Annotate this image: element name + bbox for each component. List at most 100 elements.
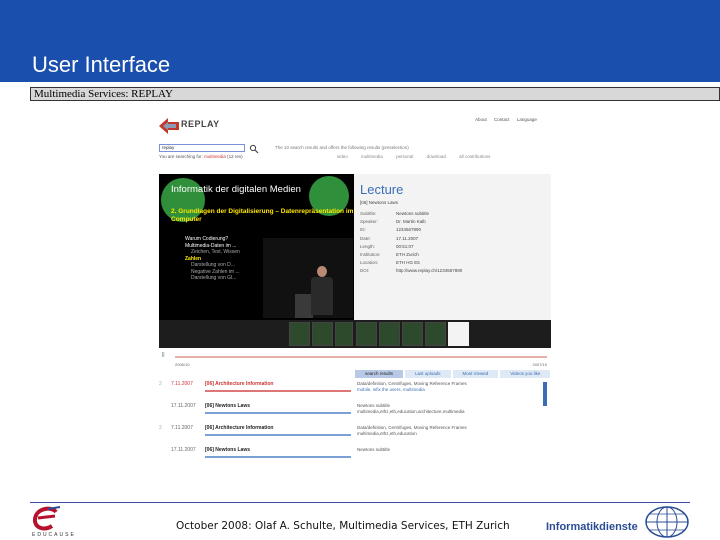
chapter-thumbnail[interactable]: [335, 322, 353, 346]
video-bullet: Zeichen, Text, Wissen: [191, 249, 240, 255]
result-relevance-bar: [205, 390, 351, 392]
category-tab-multimedia[interactable]: multimedia: [361, 154, 383, 159]
chapter-thumbnail[interactable]: [379, 322, 400, 346]
result-snippet-line: Newtons subtitle: [357, 447, 391, 452]
search-term[interactable]: multimedia: [204, 154, 226, 159]
meta-value: ETH Zurich: [396, 252, 419, 258]
top-link-language[interactable]: Language: [517, 117, 537, 122]
timeline-end: 2007/10: [532, 362, 547, 367]
replay-logo[interactable]: REPLAY: [157, 116, 247, 136]
meta-value: Dr. Martin Kalb: [396, 219, 426, 225]
presenter-video: [263, 238, 353, 318]
thumbnail-spacer: [448, 322, 469, 346]
chapter-thumbnail[interactable]: [356, 322, 377, 346]
meta-value: 17.11.2007: [396, 235, 419, 241]
result-date: 7.11.2007: [171, 381, 193, 387]
chapter-thumbnails: [159, 320, 354, 348]
category-tab-download[interactable]: download: [427, 154, 446, 159]
result-tags[interactable]: multimedia,ethz,eth,education: [357, 431, 467, 437]
slide-header: User Interface: [0, 0, 720, 82]
lecture-heading: Lecture: [360, 182, 404, 197]
search-icon[interactable]: [249, 144, 259, 154]
top-link-contact[interactable]: Contact: [494, 117, 510, 122]
result-index: 2: [159, 381, 162, 387]
result-date: 17.11.2007: [171, 447, 196, 453]
globe-icon: [645, 506, 689, 538]
meta-row: Location: ETH HG E5: [360, 259, 462, 267]
video-heading-number: 2.: [171, 208, 177, 215]
meta-value: Newtons subtitle: [396, 211, 430, 216]
video-slide-title: Informatik der digitalen Medien: [171, 184, 301, 195]
meta-row: Subtitle: Newtons subtitle: [360, 210, 462, 218]
tab-videos-you-like[interactable]: Videos you like: [500, 370, 551, 378]
results-scrollbar[interactable]: [543, 382, 547, 406]
meta-key: Date:: [360, 235, 371, 241]
footer-divider: [30, 502, 690, 503]
chapter-thumbnails-right: [354, 320, 551, 348]
video-player[interactable]: Informatik der digitalen Medien 2. Grund…: [159, 174, 354, 320]
video-bullet-list: Warum Codierung? Multimedia-Daten im ...…: [185, 236, 240, 282]
chapter-thumbnail[interactable]: [289, 322, 310, 346]
category-tabs: video multimedia personal download all c…: [337, 154, 502, 159]
chapter-thumbnail[interactable]: [402, 322, 423, 346]
chapter-thumbnail[interactable]: [312, 322, 333, 346]
tab-search-results[interactable]: search results: [355, 370, 404, 378]
meta-row: Date: 17.11.2007: [360, 235, 462, 243]
meta-value[interactable]: http://www.replay.ch/1234567890: [396, 268, 462, 273]
result-relevance-bar: [205, 456, 351, 458]
category-tab-all[interactable]: all contributions: [459, 154, 490, 159]
result-snippet: Data/definition, Centrifuges, Moving Ref…: [357, 381, 467, 393]
tab-most-viewed[interactable]: Most Viewed: [452, 370, 499, 378]
result-index: 2: [159, 425, 162, 431]
meta-key: ID:: [360, 227, 366, 233]
meta-key: Subtitle:: [360, 211, 377, 216]
meta-row: DOI: http://www.replay.ch/1234567890: [360, 267, 462, 275]
video-bullet: Darstellung von Gl...: [191, 275, 237, 281]
result-tags[interactable]: multimedia,ethz,eth,education,architectu…: [357, 409, 465, 415]
category-tab-video[interactable]: video: [337, 154, 348, 159]
result-row[interactable]: 2 7.11.2007 [06] Architecture Informatio…: [157, 422, 553, 444]
timeline[interactable]: || 2006/10 2007/10: [159, 348, 551, 370]
tab-last-uploads[interactable]: Last uploads: [405, 370, 451, 378]
timeline-handle[interactable]: ||: [162, 352, 165, 358]
meta-value: 00:51:07: [396, 243, 414, 249]
result-title[interactable]: [06] Architecture Information: [205, 425, 273, 431]
result-tags[interactable]: mobile, infix the users, multimedia: [357, 387, 467, 393]
meta-key: Location:: [360, 260, 379, 266]
result-title[interactable]: [06] Newtons Laws: [205, 447, 250, 453]
top-link-about[interactable]: About: [475, 117, 487, 122]
result-row[interactable]: 17.11.2007 [06] Newtons Laws Newtons sub…: [157, 400, 553, 422]
results-tabs: search results Last uploads Most Viewed Vid…: [355, 370, 552, 378]
result-date: 7.11.2007: [171, 425, 193, 431]
presenter-head: [317, 266, 327, 277]
result-relevance-bar: [205, 434, 351, 436]
search-info-prefix: You are searching for:: [159, 154, 203, 159]
result-date: 17.11.2007: [171, 403, 196, 409]
video-bullet: Darstellung von D...: [191, 262, 235, 268]
lecture-info-panel: Lecture [06] Newtons Laws Subtitle: Newto…: [354, 174, 551, 348]
top-links: About Contact Language: [475, 117, 543, 122]
result-relevance-bar: [205, 412, 351, 414]
lecture-metadata: Subtitle: Newtons subtitle Speaker: Dr. Ma…: [360, 210, 462, 276]
search-info: You are searching for: multimedia (12 re…: [159, 154, 243, 159]
result-title[interactable]: [06] Architecture Information: [205, 381, 273, 387]
educause-logo-text: EDUCAUSE: [32, 532, 76, 538]
presenter-body: [311, 277, 333, 315]
meta-value: 1234567890: [396, 227, 422, 233]
slide-title: User Interface: [32, 52, 171, 77]
timeline-bar[interactable]: [175, 356, 547, 358]
video-slide-heading: 2. Grundlagen der Digitalisierung – Date…: [171, 208, 354, 224]
result-title[interactable]: [06] Newtons Laws: [205, 403, 250, 409]
meta-value: ETH HG E5: [396, 260, 420, 266]
lecture-subtitle: [06] Newtons Laws: [360, 200, 399, 205]
replay-screenshot: REPLAY About Contact Language replay You…: [157, 110, 553, 466]
result-row[interactable]: 2 7.11.2007 [06] Architecture Informatio…: [157, 378, 553, 400]
chapter-thumbnail[interactable]: [425, 322, 446, 346]
result-row[interactable]: 17.11.2007 [06] Newtons Laws Newtons sub…: [157, 444, 553, 466]
meta-row: Institution: ETH Zurich: [360, 251, 462, 259]
result-snippet: Newtons subtitle: [357, 447, 390, 453]
result-snippet: Data/definition, Centrifuges, Moving Ref…: [357, 425, 467, 437]
search-input[interactable]: replay: [159, 144, 245, 152]
category-tab-personal[interactable]: personal: [396, 154, 413, 159]
informatikdienste-logo: Informatikdienste: [546, 521, 638, 533]
